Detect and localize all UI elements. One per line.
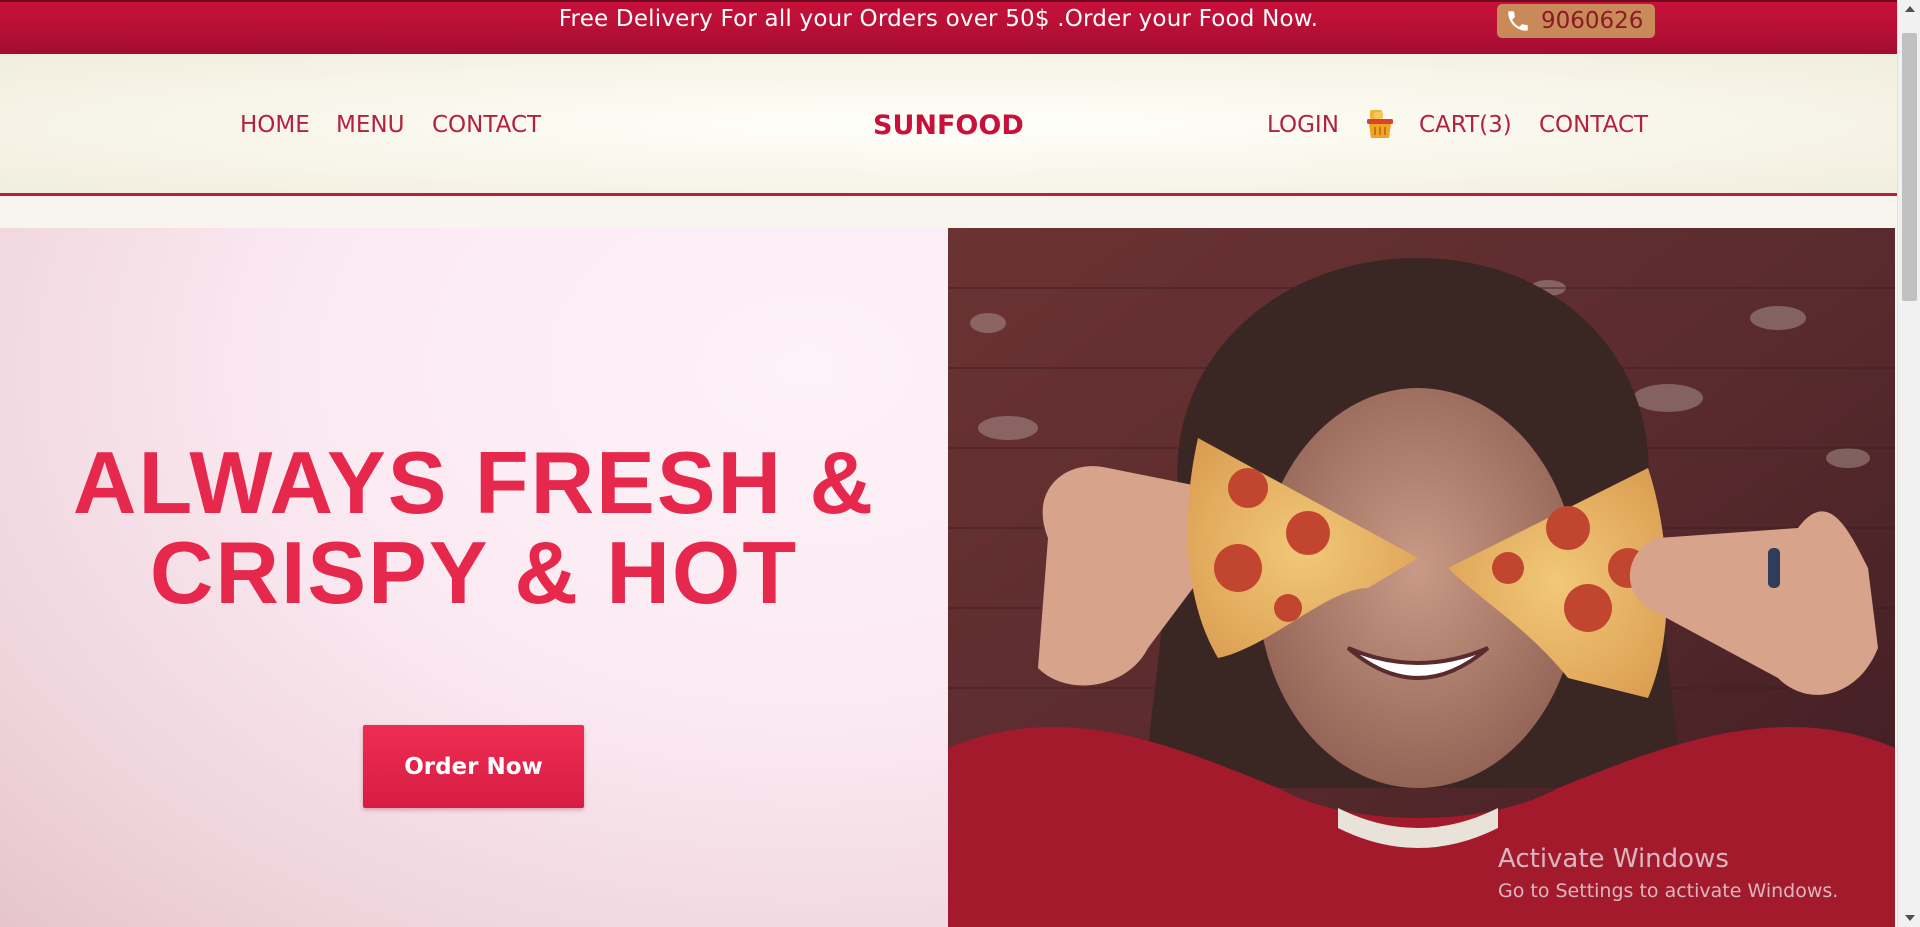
phone-button[interactable]: 9060626 [1497,4,1655,38]
hero-title: ALWAYS FRESH & CRISPY & HOT [0,438,948,618]
nav-menu-link[interactable]: MENU [336,112,404,138]
promo-bar: Free Delivery For all your Orders over 5… [0,0,1897,54]
hero-photo [948,228,1895,927]
header-spacer [0,196,1897,228]
watermark-subtitle: Go to Settings to activate Windows. [1498,880,1839,902]
scrollbar-thumb[interactable] [1902,33,1917,301]
chevron-down-icon[interactable] [1898,909,1920,927]
phone-icon [1505,8,1531,34]
nav-home-link[interactable]: HOME [240,112,310,138]
header-contact-link[interactable]: CONTACT [1539,112,1648,138]
brand-logo[interactable]: SUNFOOD [873,110,1024,141]
phone-number: 9060626 [1541,8,1644,34]
watermark-title: Activate Windows [1498,844,1729,874]
hero-title-line-1: ALWAYS FRESH & [72,433,876,532]
order-now-button[interactable]: Order Now [363,725,584,808]
hero-title-line-2: CRISPY & HOT [149,523,799,622]
chevron-up-icon[interactable] [1898,0,1920,18]
basket-icon[interactable] [1365,108,1395,140]
cart-link[interactable]: CART(3) [1419,112,1512,138]
activate-windows-watermark: Activate Windows Go to Settings to activ… [1498,844,1838,902]
hero-text-panel: ALWAYS FRESH & CRISPY & HOT Order Now [0,228,948,927]
login-link[interactable]: LOGIN [1267,112,1339,138]
nav-contact-link[interactable]: CONTACT [432,112,541,138]
hero-image [948,228,1895,927]
page-scrollbar[interactable] [1897,0,1920,927]
